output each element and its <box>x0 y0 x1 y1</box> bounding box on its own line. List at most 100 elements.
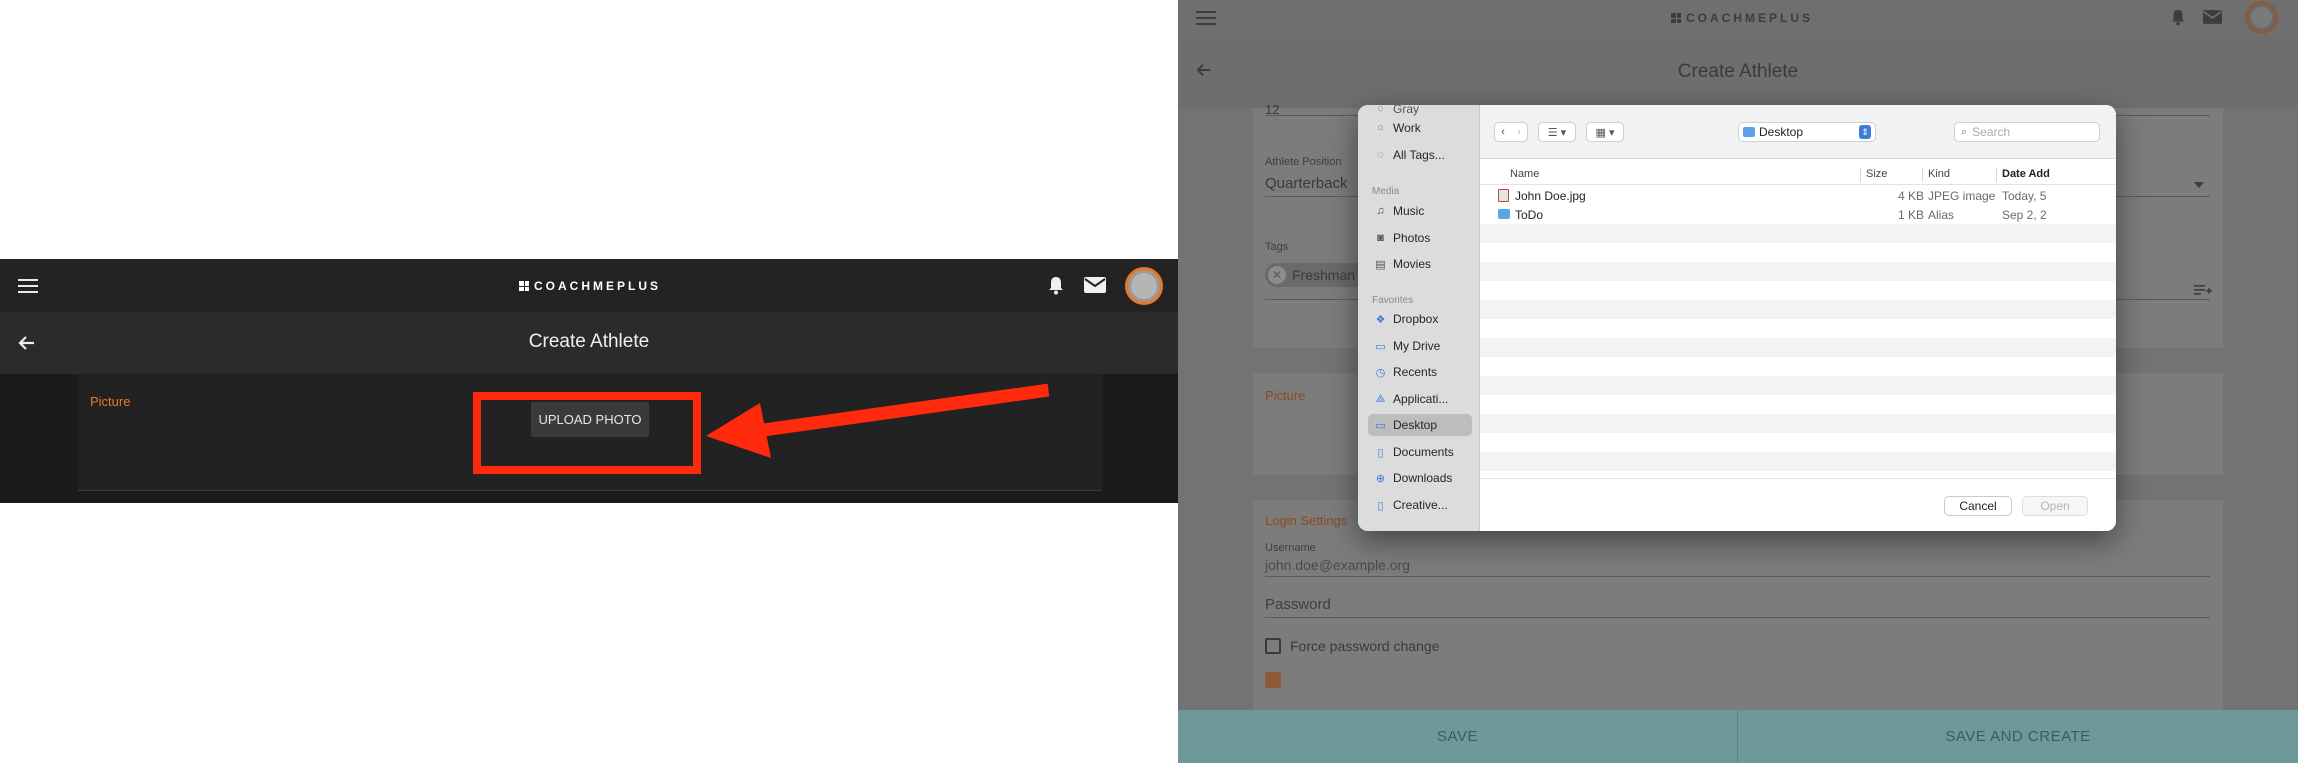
dialog-toolbar: ‹ › ☰ ▾ ▦ ▾ Desktop ⇕ ⌕ Search <box>1480 105 2116 159</box>
file-list: John Doe.jpg 4 KB JPEG image Today, 5 To… <box>1480 186 2116 478</box>
document-icon: ▯ <box>1377 499 1384 512</box>
dropbox-icon: ❖ <box>1375 313 1386 326</box>
column-kind[interactable]: Kind <box>1928 168 1950 180</box>
empty-row <box>1480 433 2116 452</box>
favorites-section-header: Favorites <box>1372 295 1414 306</box>
column-size[interactable]: Size <box>1866 168 1887 180</box>
tags-icon: ◌ <box>1377 149 1384 161</box>
force-password-change-label: Force password change <box>1290 638 1440 654</box>
empty-row <box>1480 300 2116 319</box>
sidebar-item-recents[interactable]: ◷ Recents <box>1368 361 1472 383</box>
file-kind: Alias <box>1928 208 1955 222</box>
sidebar-item-label: Downloads <box>1393 471 1453 485</box>
file-picker-dialog: ○ Gray ○ Work ◌ All Tags... Media ♫ Music ◙ P… <box>1358 105 2116 531</box>
sidebar-item-creative[interactable]: ▯ Creative... <box>1368 494 1472 516</box>
save-and-create-button[interactable]: SAVE AND CREATE <box>1738 710 2298 763</box>
file-row[interactable]: ToDo 1 KB Alias Sep 2, 2 <box>1480 205 2116 224</box>
sidebar-item-documents[interactable]: ▯ Documents <box>1368 441 1472 463</box>
empty-row <box>1480 395 2116 414</box>
username-label: Username <box>1265 542 1316 554</box>
sidebar-item-dropbox[interactable]: ❖ Dropbox <box>1368 308 1472 330</box>
logo-text: COACHMEPLUS <box>1686 11 1814 25</box>
sidebar-item-label: Creative... <box>1393 498 1448 512</box>
bell-icon[interactable] <box>2170 8 2186 26</box>
empty-row <box>1480 452 2116 471</box>
footer-actions: SAVE SAVE AND CREATE <box>1178 710 2298 763</box>
login-settings-title: Login Settings <box>1265 513 1348 528</box>
avatar[interactable] <box>2245 1 2278 34</box>
sidebar-item-label: Recents <box>1393 365 1438 379</box>
cancel-button[interactable]: Cancel <box>1944 496 2012 516</box>
folder-icon: ▭ <box>1375 340 1386 353</box>
sidebar-item-label: All Tags... <box>1393 148 1445 162</box>
sidebar-item-label: Movies <box>1393 257 1432 271</box>
tag-circle-icon: ○ <box>1377 105 1384 115</box>
file-name: John Doe.jpg <box>1515 189 1586 203</box>
camera-icon: ◙ <box>1377 232 1384 244</box>
sidebar-item-downloads[interactable]: ⊕ Downloads <box>1368 467 1472 489</box>
column-separator <box>1996 168 1997 182</box>
mail-icon[interactable] <box>2203 10 2222 24</box>
music-note-icon: ♫ <box>1376 205 1385 217</box>
column-date-added[interactable]: Date Add <box>2002 168 2050 180</box>
sidebar-item-label: Music <box>1393 204 1425 218</box>
empty-row <box>1480 376 2116 395</box>
sidebar-item-music[interactable]: ♫ Music <box>1368 200 1472 222</box>
list-view-button[interactable]: ☰ ▾ <box>1538 122 1576 142</box>
save-button[interactable]: SAVE <box>1178 710 1737 763</box>
chevron-right-icon[interactable]: › <box>1511 126 1527 138</box>
sidebar-item-label: Applicati... <box>1393 392 1449 406</box>
chevron-down-icon[interactable] <box>2194 182 2204 188</box>
close-icon[interactable]: ✕ <box>1268 266 1286 284</box>
right-screenshot-panel: COACHMEPLUS Create Athlete 12 Athlete Po… <box>1178 0 2298 763</box>
file-date: Today, 5 <box>2002 189 2047 203</box>
empty-row <box>1480 281 2116 300</box>
location-label: Desktop <box>1759 125 1804 139</box>
desktop-icon: ▭ <box>1375 419 1386 432</box>
chevron-left-icon[interactable]: ‹ <box>1495 126 1511 138</box>
search-field[interactable]: ⌕ Search <box>1954 122 2100 142</box>
file-size: 4 KB <box>1898 189 1925 203</box>
tags-label: Tags <box>1265 241 1289 253</box>
document-icon: ▯ <box>1377 446 1384 459</box>
column-name[interactable]: Name <box>1510 168 1539 180</box>
sidebar-all-tags[interactable]: ◌ All Tags... <box>1368 144 1472 166</box>
playlist-add-icon[interactable] <box>2194 284 2212 296</box>
applications-icon: ⟁ <box>1375 392 1386 405</box>
picture-label: Picture <box>1265 388 1306 403</box>
force-password-change-checkbox[interactable] <box>1265 638 1281 654</box>
sidebar-item-desktop[interactable]: ▭ Desktop <box>1368 414 1472 436</box>
sidebar-item-label: Work <box>1393 121 1421 135</box>
athlete-position-select[interactable]: Quarterback <box>1265 175 1348 192</box>
grid-view-button[interactable]: ▦ ▾ <box>1586 122 1624 142</box>
file-row[interactable]: John Doe.jpg 4 KB JPEG image Today, 5 <box>1480 186 2116 205</box>
sidebar-item-label: Photos <box>1393 231 1431 245</box>
file-name: ToDo <box>1515 208 1544 222</box>
search-icon: ⌕ <box>1961 125 1968 138</box>
file-date: Sep 2, 2 <box>2002 208 2047 222</box>
empty-row <box>1480 262 2116 281</box>
sidebar-item-applications[interactable]: ⟁ Applicati... <box>1368 388 1472 410</box>
sidebar-item-my-drive[interactable]: ▭ My Drive <box>1368 335 1472 357</box>
username-input[interactable]: john.doe@example.org <box>1265 557 1410 573</box>
back-forward-buttons[interactable]: ‹ › <box>1494 122 1528 142</box>
empty-row <box>1480 338 2116 357</box>
page-title: Create Athlete <box>1677 61 1799 82</box>
location-select[interactable]: Desktop ⇕ <box>1738 122 1876 142</box>
file-size: 1 KB <box>1898 208 1925 222</box>
column-separator <box>1922 168 1923 182</box>
sidebar-item-photos[interactable]: ◙ Photos <box>1368 227 1472 249</box>
media-section-header: Media <box>1372 186 1400 197</box>
empty-row <box>1480 414 2116 433</box>
send-welcome-checkbox[interactable] <box>1265 672 1281 688</box>
download-icon: ⊕ <box>1375 472 1386 485</box>
sidebar-item-movies[interactable]: ▤ Movies <box>1368 253 1472 275</box>
grid-icon: ▦ ▾ <box>1595 126 1615 139</box>
column-separator <box>1860 168 1861 182</box>
password-input[interactable]: Password <box>1265 596 1331 613</box>
menu-icon[interactable] <box>1196 11 1216 25</box>
sidebar-tag-work[interactable]: ○ Work <box>1368 117 1472 139</box>
open-button[interactable]: Open <box>2022 496 2088 516</box>
dialog-sidebar: ○ Gray ○ Work ◌ All Tags... Media ♫ Music ◙ P… <box>1358 105 1480 531</box>
search-placeholder: Search <box>1972 125 2011 139</box>
